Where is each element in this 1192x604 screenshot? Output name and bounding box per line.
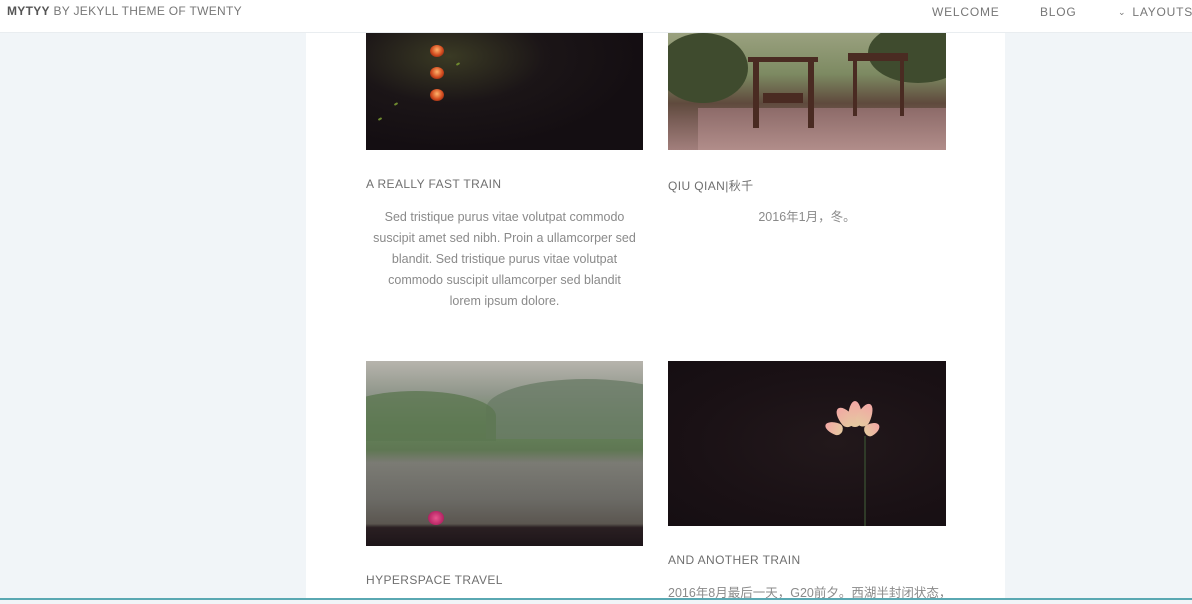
excerpt-line: Sed tristique purus vitae volutpat commo… (384, 210, 625, 224)
lantern-shape (430, 67, 444, 79)
post-title[interactable]: HYPERSPACE TRAVEL (366, 573, 643, 587)
pavilion-roof (848, 53, 908, 61)
nav-layouts-dropdown[interactable]: ⌄ LAYOUTS (1118, 5, 1192, 19)
lantern-shape (430, 89, 444, 101)
pavilion-post (853, 61, 857, 116)
post-excerpt: Sed tristique purus vitae volutpat commo… (366, 207, 643, 312)
leaf-shape (455, 62, 461, 66)
pavilion-post (900, 61, 904, 116)
nav-blog-link[interactable]: BLOG (1040, 5, 1077, 19)
nav-welcome-link[interactable]: WELCOME (932, 5, 1000, 19)
excerpt-line: suscipit amet sed nibh. Proin a ullamcor… (373, 231, 636, 245)
swing-post (753, 58, 759, 128)
post-excerpt: 2016年1月，冬。 (668, 207, 946, 228)
deck-shape (698, 108, 946, 150)
excerpt-line: 2016年8月最后一天，G20前夕。西湖半封闭状态， (668, 586, 946, 600)
post-title[interactable]: A REALLY FAST TRAIN (366, 177, 643, 191)
post-excerpt: 2016年8月最后一天，G20前夕。西湖半封闭状态， (668, 583, 946, 604)
swing-seat (763, 93, 803, 103)
flower-shape (428, 511, 444, 525)
swing-beam (748, 57, 818, 62)
excerpt-line: commodo suscipit ullamcorper sed blandit (388, 273, 621, 287)
hill-shape (366, 391, 496, 441)
tree-shape (668, 33, 748, 103)
post-image-lanterns[interactable] (366, 33, 643, 150)
post-title[interactable]: QIU QIAN|秋千 (668, 177, 946, 194)
site-brand[interactable]: MYTYY BY JEKYLL THEME OF TWENTY (7, 4, 242, 18)
swing-post (808, 58, 814, 128)
post-image-lotus[interactable] (668, 361, 946, 526)
post-image-swing[interactable] (668, 33, 946, 150)
brand-tagline: BY JEKYLL THEME OF TWENTY (53, 4, 242, 18)
excerpt-line: blandit. Sed tristique purus vitae volut… (391, 252, 618, 266)
hill-shape (486, 379, 643, 439)
leaf-shape (377, 117, 383, 121)
excerpt-line: 2016年1月，冬。 (758, 210, 856, 224)
post-image-lake[interactable] (366, 361, 643, 546)
chevron-down-icon: ⌄ (1118, 7, 1127, 17)
brand-name[interactable]: MYTYY (7, 4, 50, 18)
stem-shape (864, 436, 866, 526)
lantern-shape (430, 45, 444, 57)
top-navbar: MYTYY BY JEKYLL THEME OF TWENTY WELCOME … (0, 0, 1192, 33)
excerpt-line: lorem ipsum dolore. (449, 294, 560, 308)
post-title[interactable]: AND ANOTHER TRAIN (668, 553, 946, 567)
nav-layouts-label: LAYOUTS (1132, 5, 1192, 19)
leaf-shape (393, 102, 399, 106)
